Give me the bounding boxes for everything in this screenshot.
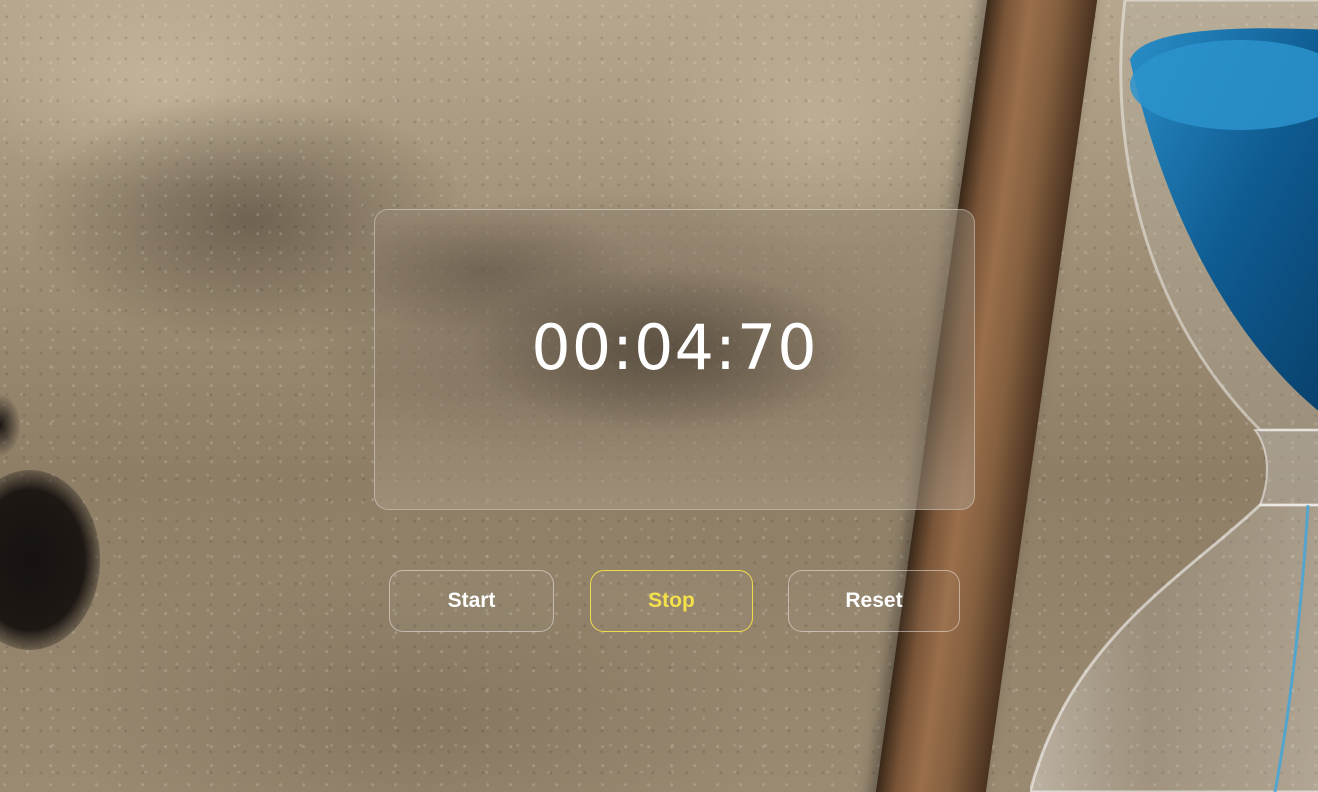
timer-display: 00:04:70 (531, 311, 818, 384)
hourglass-glass (1030, 0, 1318, 792)
timer-card: 00:04:70 (374, 209, 975, 510)
reset-button[interactable]: Reset (788, 570, 960, 632)
stop-button[interactable]: Stop (590, 570, 753, 632)
start-button[interactable]: Start (389, 570, 554, 632)
